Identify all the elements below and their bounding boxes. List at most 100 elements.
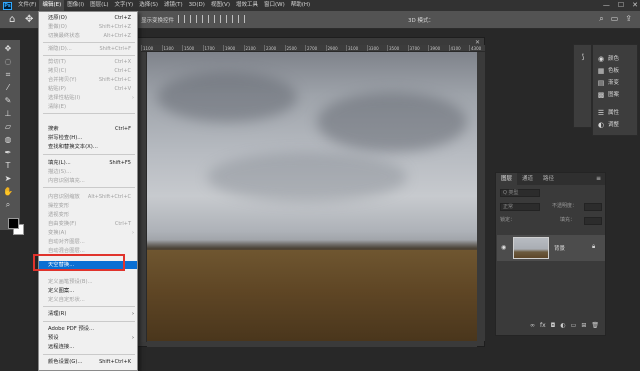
show-transform-controls-label[interactable]: 显示变换控件 <box>141 16 174 24</box>
home-icon[interactable]: ⌂ <box>9 14 15 25</box>
menu-item-toggle-last-state[interactable]: 切换最终状态 Alt+Ctrl+Z <box>39 32 137 40</box>
align-right-icon[interactable] <box>202 15 209 23</box>
menu-view[interactable]: 视图(V) <box>208 0 233 11</box>
layer-filter-select[interactable]: Q 类型 <box>500 189 540 197</box>
foreground-color-swatch[interactable] <box>8 218 19 229</box>
menu-item-puppet-warp[interactable]: 操控变形 <box>39 202 137 210</box>
menu-layer[interactable]: 图层(L) <box>87 0 111 11</box>
menu-item-copy-merged[interactable]: 合并拷贝(Y) Shift+Ctrl+C <box>39 76 137 84</box>
panel-adjustments[interactable]: ◐ 调整 <box>593 119 639 131</box>
lasso-icon[interactable]: ◌ <box>3 57 13 67</box>
menu-item-presets[interactable]: 预设 › <box>39 334 137 342</box>
menu-item-transform[interactable]: 变换(A) › <box>39 229 137 237</box>
menu-file[interactable]: 文件(F) <box>15 0 39 11</box>
menu-item-search[interactable]: 搜索 Ctrl+F <box>39 125 137 133</box>
search-icon[interactable]: ⌕ <box>599 14 603 24</box>
hand-icon[interactable]: ✋ <box>3 187 13 197</box>
eyedropper-icon[interactable]: ⁄ <box>3 83 13 93</box>
menu-item-fade[interactable]: 渐隐(D)... Shift+Ctrl+F <box>39 45 137 53</box>
layer-row[interactable]: ◉ 背景 🔒︎ <box>497 235 605 261</box>
menu-item-content-aware-fill[interactable]: 内容识别填充... <box>39 177 137 185</box>
menu-item-content-aware-scale[interactable]: 内容识别缩放 Alt+Shift+Ctrl+C <box>39 193 137 201</box>
menu-item-auto-align-layers[interactable]: 自动对齐图层... <box>39 238 137 246</box>
mask-icon[interactable]: ◘ <box>551 322 556 332</box>
menu-item-remote-connections[interactable]: 远程连接... <box>39 343 137 351</box>
menu-item-redo[interactable]: 重做(O) Shift+Ctrl+Z <box>39 23 137 31</box>
menu-item-purge[interactable]: 清理(R) › <box>39 310 137 318</box>
share-icon[interactable]: ⇪ <box>625 14 632 24</box>
opacity-input[interactable] <box>584 203 602 211</box>
align-left-icon[interactable] <box>178 15 185 23</box>
menu-help[interactable]: 帮助(H) <box>288 0 313 11</box>
menu-image[interactable]: 图像(I) <box>64 0 87 11</box>
pen-icon[interactable]: ✒ <box>3 148 13 158</box>
canvas-photo[interactable] <box>147 52 477 341</box>
close-icon[interactable]: ✕ <box>632 0 638 11</box>
blend-mode-select[interactable]: 正常 <box>500 203 540 211</box>
clone-stamp-icon[interactable]: ⊥ <box>3 109 13 119</box>
menu-item-check-spelling[interactable]: 拼写检查(H)... <box>39 134 137 142</box>
menu-item-paste[interactable]: 粘贴(P) Ctrl+V <box>39 85 137 93</box>
menu-item-define-custom-shape[interactable]: 定义自定形状... <box>39 296 137 304</box>
menu-window[interactable]: 窗口(W) <box>261 0 288 11</box>
align-middle-icon[interactable] <box>226 15 233 23</box>
path-select-icon[interactable]: ➤ <box>3 174 13 184</box>
tab-channels[interactable]: 通道 <box>517 173 538 185</box>
panel-patterns[interactable]: ▩ 图案 <box>593 89 639 101</box>
move-icon[interactable]: ✥ <box>3 44 13 54</box>
zoom-icon[interactable]: ⌕ <box>3 200 13 210</box>
menu-item-define-brush-preset[interactable]: 定义画笔预设(B)... <box>39 278 137 286</box>
tab-paths[interactable]: 路径 <box>538 173 559 185</box>
adjustment-layer-icon[interactable]: ◐ <box>560 322 565 332</box>
vertical-scrollbar[interactable] <box>477 52 485 341</box>
menu-3d[interactable]: 3D(D) <box>186 0 208 11</box>
crop-icon[interactable]: ⌗ <box>3 70 13 80</box>
menu-edit[interactable]: 编辑(E) <box>39 0 65 11</box>
align-bottom-icon[interactable] <box>238 15 245 23</box>
menu-item-copy[interactable]: 拷贝(C) Ctrl+C <box>39 67 137 75</box>
panel-gradients[interactable]: ▤ 渐变 <box>593 77 639 89</box>
menu-item-fill[interactable]: 填充(L)... Shift+F5 <box>39 159 137 167</box>
panel-swatches[interactable]: ▦ 色板 <box>593 65 639 77</box>
minimize-icon[interactable]: — <box>603 0 610 11</box>
menu-filter[interactable]: 滤镜(T) <box>161 0 186 11</box>
panel-properties[interactable]: ☰ 属性 <box>593 107 639 119</box>
menu-item-adobe-pdf-presets[interactable]: Adobe PDF 预设... <box>39 325 137 333</box>
fill-input[interactable] <box>584 217 602 225</box>
panel-color[interactable]: ◉ 颜色 <box>593 53 639 65</box>
menu-type[interactable]: 文字(Y) <box>112 0 137 11</box>
panel-menu-icon[interactable]: ≡ <box>596 175 601 182</box>
new-layer-icon[interactable]: ⊞ <box>581 322 586 332</box>
menu-item-free-transform[interactable]: 自由变换(F) Ctrl+T <box>39 220 137 228</box>
horizontal-scrollbar[interactable] <box>147 341 477 347</box>
move-tool-icon[interactable]: ✥ <box>25 14 33 25</box>
workspace-icon[interactable]: ▭ <box>611 14 619 24</box>
menu-select[interactable]: 选择(S) <box>136 0 161 11</box>
menu-item-find-replace[interactable]: 查找和替换文本(X)... <box>39 143 137 151</box>
menu-item-color-settings[interactable]: 颜色设置(G)... Shift+Ctrl+K <box>39 358 137 366</box>
lock-icon[interactable]: 🔒︎ <box>592 243 595 251</box>
align-center-icon[interactable] <box>190 15 197 23</box>
menu-plugins[interactable]: 增效工具 <box>233 0 261 11</box>
menu-item-paste-special[interactable]: 选择性粘贴(I) › <box>39 94 137 102</box>
tab-layers[interactable]: 图层 <box>496 173 518 185</box>
menu-item-undo[interactable]: 还原(O) Ctrl+Z <box>39 14 137 22</box>
trash-icon[interactable]: 🗑︎ <box>591 322 599 332</box>
blur-icon[interactable]: ◍ <box>3 135 13 145</box>
maximize-icon[interactable]: ☐ <box>618 0 624 11</box>
menu-item-stroke[interactable]: 描边(S)... <box>39 168 137 176</box>
menu-item-cut[interactable]: 剪切(T) Ctrl+X <box>39 58 137 66</box>
align-top-icon[interactable] <box>214 15 221 23</box>
text-icon[interactable]: T <box>3 161 13 171</box>
visibility-eye-icon[interactable]: ◉ <box>501 244 506 251</box>
menu-item-define-pattern[interactable]: 定义图案... <box>39 287 137 295</box>
group-icon[interactable]: ▭ <box>571 322 577 332</box>
menu-item-clear[interactable]: 清除(E) <box>39 103 137 111</box>
fx-icon[interactable]: fx <box>540 322 546 332</box>
brush-settings-icon[interactable]: ⟆ <box>579 53 587 61</box>
eraser-icon[interactable]: ▱ <box>3 122 13 132</box>
menu-item-auto-blend-layers[interactable]: 自动混合图层... <box>39 247 137 255</box>
brush-icon[interactable]: ✎ <box>3 96 13 106</box>
link-icon[interactable]: ∞ <box>530 322 535 332</box>
menu-item-perspective-warp[interactable]: 透视变形 <box>39 211 137 219</box>
